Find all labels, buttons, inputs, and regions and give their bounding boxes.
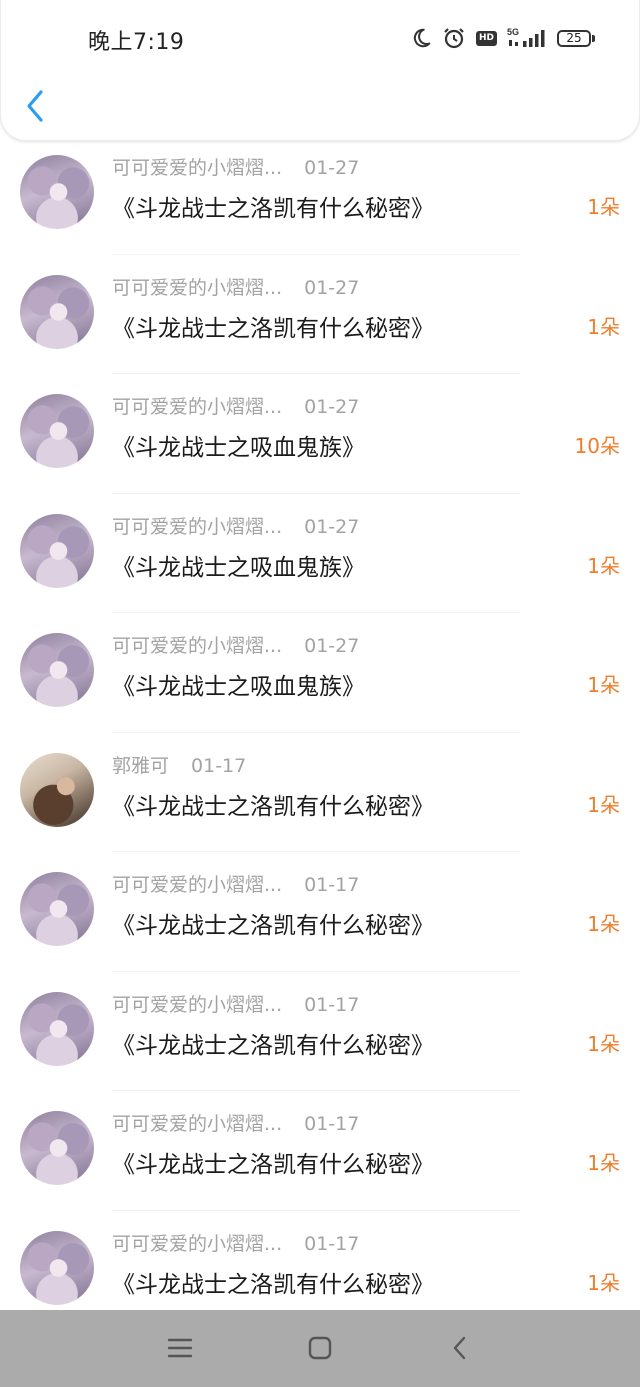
list-item[interactable]: 可可爱爱的小熠熠... 01-17 《斗龙战士之洛凯有什么秘密》 1朵 (0, 1091, 640, 1211)
home-button[interactable] (300, 1328, 340, 1368)
list-item[interactable]: 郭雅可 01-17 《斗龙战士之洛凯有什么秘密》 1朵 (0, 733, 640, 852)
work-title[interactable]: 《斗龙战士之洛凯有什么秘密》 (112, 906, 434, 940)
flower-count: 1朵 (587, 673, 620, 697)
username: 可可爱爱的小熠熠... (112, 1113, 283, 1135)
signal-5g-icon: 5G (507, 26, 547, 50)
list-item[interactable]: 可可爱爱的小熠熠... 01-17 《斗龙战士之洛凯有什么秘密》 1朵 (0, 1211, 640, 1311)
username: 可可爱爱的小熠熠... (112, 993, 283, 1016)
work-title[interactable]: 《斗龙战士之吸血鬼族》 (112, 667, 365, 701)
avatar[interactable] (20, 991, 94, 1066)
item-meta: 可可爱爱的小熠熠... 01-27 (112, 512, 359, 539)
flower-count: 10朵 (574, 434, 620, 458)
date: 01-17 (304, 874, 360, 896)
work-title[interactable]: 《斗龙战士之洛凯有什么秘密》 (112, 1145, 434, 1179)
system-back-button[interactable] (440, 1328, 480, 1368)
flower-count: 1朵 (587, 792, 620, 817)
header: 晚上7:19 HD 5G 25 (0, 0, 640, 141)
system-nav-bar (0, 1310, 640, 1387)
username: 可可爱爱的小熠熠... (112, 1232, 283, 1255)
item-meta: 可可爱爱的小熠熠... 01-17 (112, 990, 359, 1017)
date: 01-27 (304, 157, 360, 179)
item-meta: 可可爱爱的小熠熠... 01-17 (112, 1229, 359, 1256)
username: 可可爱爱的小熠熠... (112, 874, 283, 896)
item-meta: 可可爱爱的小熠熠... 01-27 (112, 153, 359, 180)
username: 可可爱爱的小熠熠... (112, 515, 283, 538)
date: 01-17 (304, 1232, 360, 1255)
avatar[interactable] (20, 633, 94, 707)
gift-record-list[interactable]: 可可爱爱的小熠熠... 01-27 《斗龙战士之洛凯有什么秘密》 1朵 可可爱爱的… (0, 0, 640, 1310)
avatar[interactable] (20, 394, 94, 468)
work-title[interactable]: 《斗龙战士之洛凯有什么秘密》 (112, 309, 434, 343)
avatar[interactable] (20, 752, 94, 827)
flower-count: 1朵 (587, 1151, 620, 1175)
item-meta: 可可爱爱的小熠熠... 01-27 (112, 392, 359, 419)
list-item[interactable]: 可可爱爱的小熠熠... 01-17 《斗龙战士之洛凯有什么秘密》 1朵 (0, 972, 640, 1091)
back-button[interactable] (21, 86, 51, 126)
work-title[interactable]: 《斗龙战士之吸血鬼族》 (112, 548, 365, 582)
avatar[interactable] (20, 872, 94, 946)
username: 可可爱爱的小熠熠... (112, 157, 283, 179)
flower-count: 1朵 (587, 1031, 620, 1056)
avatar[interactable] (20, 155, 94, 229)
flower-count: 1朵 (587, 195, 620, 219)
avatar[interactable] (20, 1230, 94, 1305)
avatar[interactable] (20, 1111, 94, 1185)
date: 01-17 (304, 1113, 360, 1135)
network-type-label: 5G (507, 27, 519, 37)
menu-button[interactable] (160, 1328, 200, 1368)
work-title[interactable]: 《斗龙战士之洛凯有什么秘密》 (112, 189, 434, 223)
item-meta: 可可爱爱的小熠熠... 01-27 (112, 631, 359, 658)
chevron-left-icon[interactable] (21, 86, 51, 126)
date: 01-27 (304, 635, 360, 657)
back-triangle-icon[interactable] (440, 1328, 480, 1368)
item-meta: 可可爱爱的小熠熠... 01-17 (112, 1109, 359, 1136)
date: 01-27 (304, 396, 360, 418)
list-item[interactable]: 可可爱爱的小熠熠... 01-27 《斗龙战士之吸血鬼族》 10朵 (0, 374, 640, 494)
moon-icon (410, 27, 432, 49)
work-title[interactable]: 《斗龙战士之吸血鬼族》 (112, 428, 365, 462)
date: 01-27 (304, 276, 360, 299)
username: 可可爱爱的小熠熠... (112, 635, 283, 657)
item-meta: 郭雅可 01-17 (112, 751, 246, 778)
work-title[interactable]: 《斗龙战士之洛凯有什么秘密》 (112, 1026, 434, 1060)
hd-icon: HD (475, 30, 497, 46)
flower-count: 1朵 (587, 314, 620, 339)
status-time: 晚上7:19 (88, 30, 185, 55)
username: 可可爱爱的小熠熠... (112, 276, 283, 299)
flower-count: 1朵 (587, 1270, 620, 1295)
item-meta: 可可爱爱的小熠熠... 01-17 (112, 870, 359, 897)
battery-level: 25 (557, 29, 591, 47)
date: 01-17 (191, 754, 247, 777)
item-meta: 可可爱爱的小熠熠... 01-27 (112, 273, 359, 300)
list-item[interactable]: 可可爱爱的小熠熠... 01-27 《斗龙战士之吸血鬼族》 1朵 (0, 494, 640, 613)
work-title[interactable]: 《斗龙战士之洛凯有什么秘密》 (112, 787, 434, 821)
menu-icon[interactable] (160, 1328, 200, 1368)
work-title[interactable]: 《斗龙战士之洛凯有什么秘密》 (112, 1265, 434, 1299)
avatar[interactable] (20, 513, 94, 588)
flower-count: 1朵 (587, 912, 620, 936)
date: 01-17 (304, 993, 360, 1016)
list-item[interactable]: 可可爱爱的小熠熠... 01-17 《斗龙战士之洛凯有什么秘密》 1朵 (0, 852, 640, 972)
avatar[interactable] (20, 274, 94, 349)
username: 郭雅可 (112, 754, 170, 777)
username: 可可爱爱的小熠熠... (112, 396, 283, 418)
list-item[interactable]: 可可爱爱的小熠熠... 01-27 《斗龙战士之吸血鬼族》 1朵 (0, 613, 640, 733)
list-item[interactable]: 可可爱爱的小熠熠... 01-27 《斗龙战士之洛凯有什么秘密》 1朵 (0, 135, 640, 255)
flower-count: 1朵 (587, 553, 620, 578)
battery-icon: 25 (557, 29, 595, 47)
list-item[interactable]: 可可爱爱的小熠熠... 01-27 《斗龙战士之洛凯有什么秘密》 1朵 (0, 255, 640, 374)
alarm-icon (442, 26, 466, 50)
home-square-icon[interactable] (300, 1328, 340, 1368)
date: 01-27 (304, 515, 360, 538)
status-icons: HD 5G 25 (410, 24, 595, 52)
